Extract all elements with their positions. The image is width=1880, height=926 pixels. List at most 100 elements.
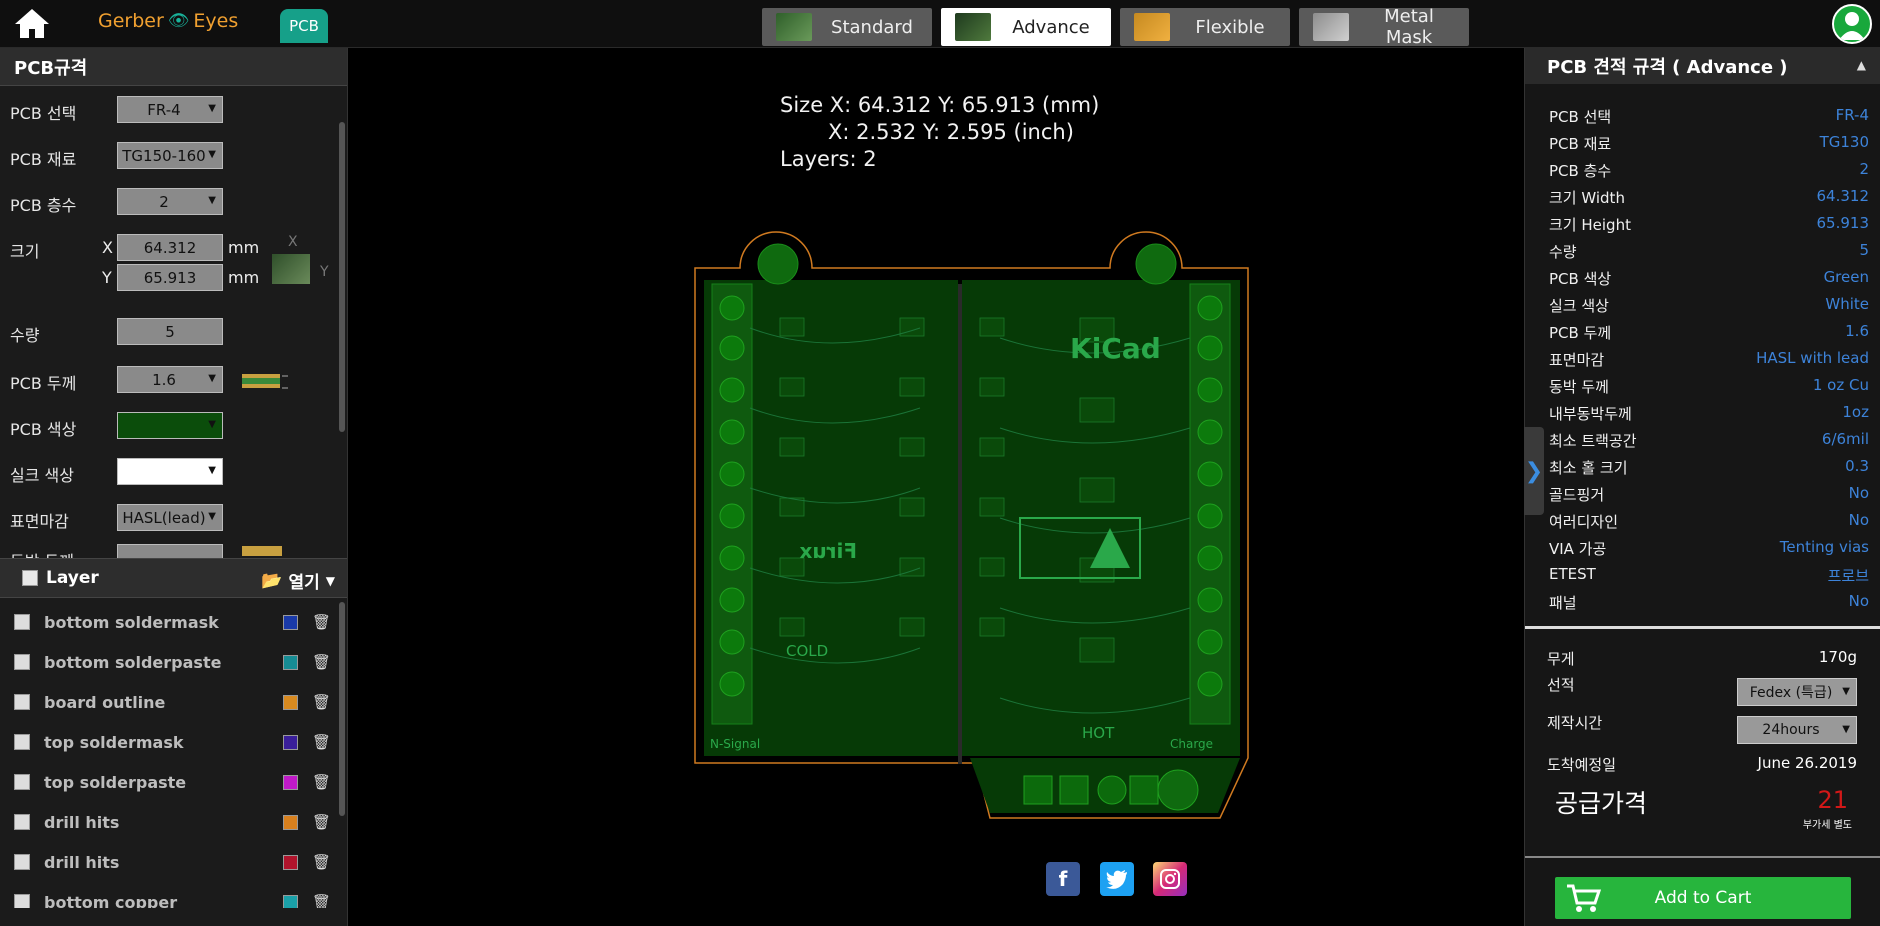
layer-color-swatch[interactable] — [283, 854, 298, 870]
spec-value: 1oz — [1842, 403, 1869, 421]
layer-checkbox[interactable] — [14, 614, 30, 630]
cart-icon — [1565, 883, 1602, 913]
layer-item[interactable]: bottom copper 🗑 — [14, 886, 331, 909]
copper-dropdown[interactable] — [117, 544, 223, 558]
spec-value: 6/6mil — [1821, 430, 1869, 448]
trash-icon[interactable]: 🗑 — [312, 733, 331, 751]
user-avatar-icon[interactable] — [1832, 4, 1872, 44]
layer-item[interactable]: drill hits 🗑 — [14, 806, 331, 838]
layer-color-swatch[interactable] — [283, 774, 298, 790]
trash-icon[interactable]: 🗑 — [312, 773, 331, 791]
tab-advance[interactable]: Advance — [941, 8, 1111, 46]
layer-color-swatch[interactable] — [283, 734, 298, 750]
size-y-input[interactable]: 65.913 — [117, 264, 223, 291]
layer-checkbox[interactable] — [14, 654, 30, 670]
layer-checkbox[interactable] — [14, 774, 30, 790]
spec-row: 수량 5 — [1549, 241, 1869, 263]
right-panel: PCB 견적 규격 ( Advance ) ▲ PCB 선택 FR-4 PCB 재… — [1524, 48, 1880, 926]
collapse-up-icon[interactable]: ▲ — [1857, 58, 1866, 72]
tab-standard[interactable]: Standard — [762, 8, 932, 46]
spec-key: 최소 트랙공간 — [1549, 432, 1637, 450]
home-icon[interactable] — [12, 6, 52, 40]
spec-key: PCB 두께 — [1549, 324, 1612, 342]
trash-icon[interactable]: 🗑 — [312, 893, 331, 908]
dropdown-arrow-icon: ▼ — [208, 149, 216, 160]
copper-thickness-icon — [242, 546, 282, 556]
add-to-cart-label: Add to Cart — [1654, 888, 1752, 908]
pcb-color-dropdown[interactable]: ▼ — [117, 412, 223, 439]
dropdown-arrow-icon: ▼ — [1842, 686, 1850, 697]
spec-key: 패널 — [1549, 594, 1577, 612]
spec-key: PCB 색상 — [1549, 270, 1612, 288]
trash-icon[interactable]: 🗑 — [312, 613, 331, 631]
layer-color-swatch[interactable] — [283, 814, 298, 830]
layer-checkbox[interactable] — [14, 854, 30, 870]
layer-select-all-checkbox[interactable] — [22, 570, 38, 586]
trash-icon[interactable]: 🗑 — [312, 693, 331, 711]
size-x-input[interactable]: 64.312 — [117, 234, 223, 261]
quantity-input[interactable]: 5 — [117, 318, 223, 345]
thickness-dropdown[interactable]: 1.6 ▼ — [117, 366, 223, 393]
layer-item[interactable]: drill hits 🗑 — [14, 846, 331, 878]
pcb-board-render[interactable]: KiCad Firux COLD HOT N-Signal Charge — [690, 228, 1250, 828]
layer-name: bottom copper — [44, 892, 178, 909]
spec-row: 최소 트랙공간 6/6mil — [1549, 430, 1869, 452]
pcb-chip-button[interactable]: PCB — [280, 9, 328, 43]
layer-list: bottom soldermask 🗑 bottom solderpaste 🗑… — [0, 598, 347, 908]
spec-key: 여러디자인 — [1549, 513, 1619, 531]
facebook-icon[interactable]: f — [1046, 862, 1080, 896]
layer-item[interactable]: board outline 🗑 — [14, 686, 331, 718]
layer-color-swatch[interactable] — [283, 654, 298, 670]
svg-text:KiCad: KiCad — [1070, 332, 1161, 365]
dropdown-value: FR-4 — [147, 100, 181, 119]
instagram-icon[interactable] — [1153, 862, 1187, 896]
add-to-cart-button[interactable]: Add to Cart — [1555, 877, 1851, 919]
layer-item[interactable]: top soldermask 🗑 — [14, 726, 331, 758]
spec-row: 실크 색상 White — [1549, 295, 1869, 317]
dropdown-value: HASL(lead) — [122, 508, 206, 527]
layer-item[interactable]: bottom soldermask 🗑 — [14, 606, 331, 638]
folder-open-icon: 📂 — [261, 570, 283, 591]
spec-scrollbar[interactable] — [339, 122, 345, 432]
spec-row: 내부동박두께 1oz — [1549, 403, 1869, 425]
shipping-dropdown[interactable]: Fedex (특급) ▼ — [1737, 678, 1857, 706]
eye-icon: 👁 — [167, 11, 190, 31]
trash-icon[interactable]: 🗑 — [312, 853, 331, 871]
layer-color-swatch[interactable] — [283, 694, 298, 710]
layer-checkbox[interactable] — [14, 694, 30, 710]
layer-item[interactable]: top solderpaste 🗑 — [14, 766, 331, 798]
layer-checkbox[interactable] — [14, 894, 30, 908]
spec-row: PCB 두께 1.6 — [1549, 322, 1869, 344]
pcb-layers-dropdown[interactable]: 2 ▼ — [117, 188, 223, 215]
lead-time-dropdown[interactable]: 24hours ▼ — [1737, 716, 1857, 744]
silk-color-dropdown[interactable]: ▼ — [117, 458, 223, 485]
layer-color-swatch[interactable] — [283, 894, 298, 908]
spec-key: PCB 층수 — [1549, 162, 1612, 180]
layer-color-swatch[interactable] — [283, 614, 298, 630]
twitter-icon[interactable] — [1100, 862, 1134, 896]
pcb-material-label: PCB 재료 — [10, 150, 77, 169]
spec-value: 5 — [1859, 241, 1869, 259]
layer-checkbox[interactable] — [14, 734, 30, 750]
pcb-material-dropdown[interactable]: TG150-160 ▼ — [117, 142, 223, 169]
surface-dropdown[interactable]: HASL(lead) ▼ — [117, 504, 223, 531]
board-thickness-icon — [242, 372, 288, 390]
trash-icon[interactable]: 🗑 — [312, 653, 331, 671]
pcb-select-dropdown[interactable]: FR-4 ▼ — [117, 96, 223, 123]
price-label: 공급가격 — [1555, 789, 1648, 818]
layer-scrollbar[interactable] — [339, 602, 345, 816]
pcb-layers-row: PCB 층수 2 ▼ — [0, 188, 340, 218]
thickness-row: PCB 두께 1.6 ▼ — [0, 366, 340, 396]
tab-metal-mask[interactable]: Metal Mask — [1299, 6, 1469, 48]
open-button[interactable]: 📂 열기 ▼ — [261, 568, 335, 594]
trash-icon[interactable]: 🗑 — [312, 813, 331, 831]
quote-spec-header: PCB 견적 규격 ( Advance ) ▲ — [1525, 48, 1880, 84]
tab-flexible[interactable]: Flexible — [1120, 8, 1290, 46]
weight-row: 무게 170g — [1547, 648, 1867, 669]
layer-item[interactable]: bottom solderpaste 🗑 — [14, 646, 331, 678]
panel-toggle-arrow-icon[interactable]: ❯ — [1524, 427, 1544, 515]
spec-row: 동박 두께 1 oz Cu — [1549, 376, 1869, 398]
layer-checkbox[interactable] — [14, 814, 30, 830]
brand-logo[interactable]: Gerber 👁 Eyes — [98, 10, 238, 32]
spec-key: 내부동박두께 — [1549, 405, 1632, 423]
